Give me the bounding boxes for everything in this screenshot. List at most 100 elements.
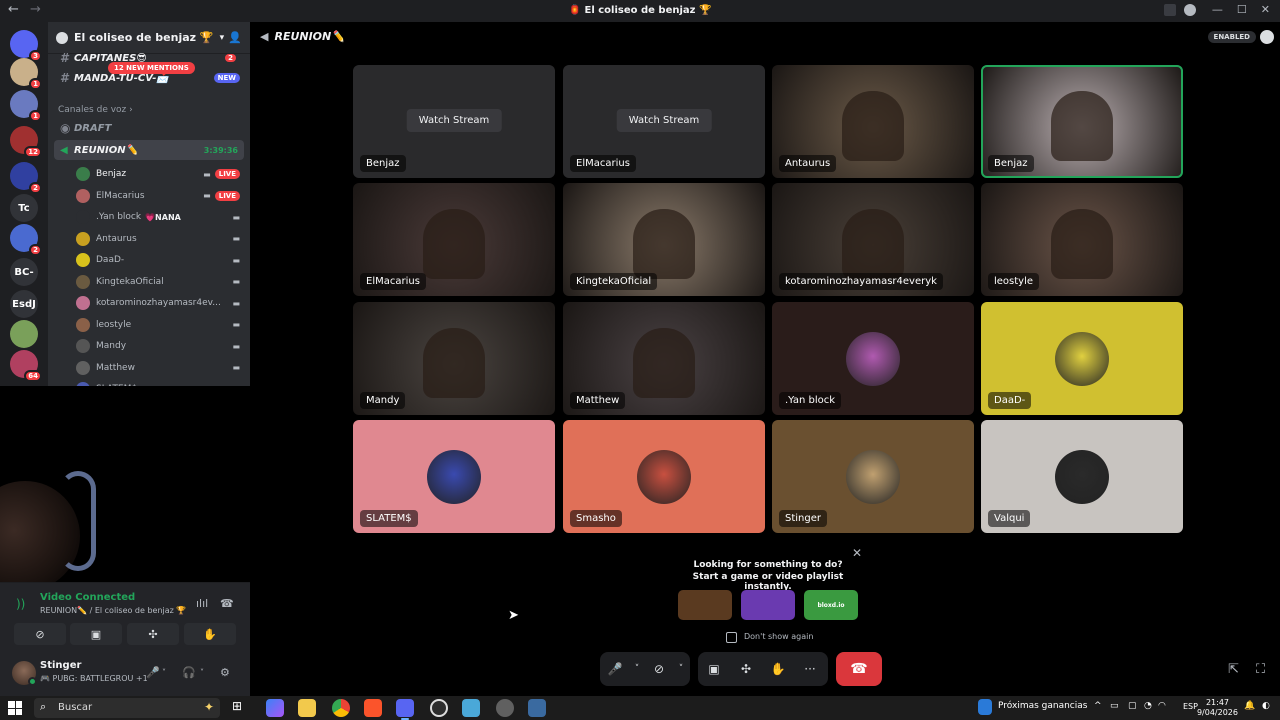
activities-button[interactable]: ✣	[127, 623, 179, 645]
dont-show-checkbox[interactable]	[726, 632, 737, 643]
voice-member[interactable]: Benjaz ▬ LIVE	[76, 164, 244, 184]
voice-channel-draft[interactable]: ◉ DRAFT	[54, 118, 244, 138]
windows-start-icon[interactable]	[8, 701, 22, 715]
participant-tile[interactable]: SLATEM$	[353, 420, 555, 533]
participant-tile[interactable]: Antaurus	[772, 65, 974, 178]
chat-bubble-icon[interactable]	[1260, 30, 1274, 44]
watch-stream-button[interactable]: Watch Stream	[616, 109, 712, 132]
participant-tile[interactable]: Matthew	[563, 302, 765, 415]
activities-button[interactable]: ✣	[730, 652, 762, 686]
voice-member[interactable]: .Yan block 💗NANA ▬	[76, 207, 244, 227]
voice-member[interactable]: ElMacarius ▬ LIVE	[76, 186, 244, 206]
system-clock[interactable]: 21:47 9/04/2026	[1197, 698, 1238, 718]
leave-call-button[interactable]: ☎	[836, 652, 882, 686]
share-screen-button[interactable]: ▣	[70, 623, 122, 645]
participant-tile[interactable]: Watch Stream Benjaz	[353, 65, 555, 178]
pop-out-icon[interactable]: ⇱	[1228, 662, 1239, 677]
activity-thumbnail-bloxd[interactable]: bloxd.io	[804, 590, 858, 620]
enabled-badge[interactable]: ENABLED	[1207, 31, 1256, 43]
server-icon[interactable]: 3	[10, 30, 42, 62]
obs-icon[interactable]	[430, 699, 448, 717]
participant-tile[interactable]: Mandy	[353, 302, 555, 415]
server-icon[interactable]: EsdJ	[10, 290, 38, 318]
server-icon[interactable]: BC-	[10, 258, 38, 286]
inbox-icon[interactable]	[1164, 4, 1176, 16]
server-icon[interactable]: Tc	[10, 194, 38, 222]
server-icon[interactable]: 1	[10, 58, 42, 90]
server-icon[interactable]: 64	[10, 350, 42, 382]
task-view-icon[interactable]: ⊞	[232, 699, 250, 717]
server-icon[interactable]	[10, 320, 38, 348]
connection-status[interactable]: Video Connected	[40, 592, 135, 603]
voice-member[interactable]: SLATEM$▬	[76, 379, 244, 386]
maximize-icon[interactable]: ☐	[1237, 3, 1247, 16]
headphones-icon[interactable]: 🎧	[182, 666, 196, 679]
participant-tile[interactable]: kotarominozhayamasr4everyk	[772, 183, 974, 296]
voice-category[interactable]: Canales de voz ›	[58, 105, 133, 115]
widget-icon[interactable]: ◐	[1262, 701, 1270, 711]
voice-member[interactable]: Mandy ▬	[76, 336, 244, 356]
close-icon[interactable]: ✕	[852, 546, 862, 560]
activity-thumbnail-2[interactable]	[741, 590, 795, 620]
discord-taskbar-icon[interactable]	[396, 699, 414, 720]
chevron-up-icon[interactable]: ^	[1094, 701, 1102, 711]
add-user-icon[interactable]: 👤	[228, 31, 242, 44]
participant-tile[interactable]: Smasho	[563, 420, 765, 533]
chevron-down-icon[interactable]: ˅	[162, 668, 166, 677]
voice-member[interactable]: Antaurus ▬	[76, 229, 244, 249]
voice-member[interactable]: Matthew ▬	[76, 358, 244, 378]
steam-icon[interactable]	[496, 699, 514, 717]
server-icon[interactable]: 2	[10, 162, 42, 194]
more-options-button[interactable]: ···	[794, 652, 826, 686]
participant-tile[interactable]: Watch Stream ElMacarius	[563, 65, 765, 178]
disconnect-icon[interactable]: ☎	[220, 597, 234, 610]
server-icon[interactable]: 2	[10, 224, 42, 256]
update-icon[interactable]: ◔	[1144, 701, 1152, 711]
new-mentions-pill[interactable]: 12 NEW MENTIONS	[108, 62, 195, 74]
copilot-icon[interactable]	[266, 699, 284, 717]
notification-bell-icon[interactable]: 🔔	[1244, 701, 1255, 711]
wifi-icon[interactable]: ◠	[1158, 701, 1166, 711]
chevron-down-icon[interactable]: ˅	[200, 668, 204, 677]
participant-tile[interactable]: KingtekaOficial	[563, 183, 765, 296]
soundboard-button[interactable]: ✋	[762, 652, 794, 686]
display-icon[interactable]: ▢	[1128, 701, 1137, 711]
voice-member[interactable]: kotarominozhayamasr4ev... ▬	[76, 293, 244, 313]
camera-off-button[interactable]: ⊘	[14, 623, 66, 645]
file-explorer-icon[interactable]	[298, 699, 316, 717]
server-icon[interactable]: 12	[10, 126, 42, 158]
taskbar-search[interactable]: ⌕ Buscar ✦	[34, 698, 220, 718]
voice-member[interactable]: DaaD- ▬	[76, 250, 244, 270]
voice-member[interactable]: KingtekaOficial ▬	[76, 272, 244, 292]
participant-tile[interactable]: ElMacarius	[353, 183, 555, 296]
voice-channel-reunion[interactable]: ◀ REUNION✏️ 3:39:36	[54, 140, 244, 160]
calculator-icon[interactable]	[528, 699, 546, 717]
camera-button[interactable]: ⊘	[644, 652, 674, 686]
server-icon[interactable]: 1	[10, 90, 42, 122]
mic-options-chevron[interactable]: ˅	[630, 652, 644, 686]
help-icon[interactable]	[1184, 4, 1196, 16]
activity-thumbnail-1[interactable]	[678, 590, 732, 620]
chrome-icon[interactable]	[332, 699, 350, 717]
app-icon[interactable]	[462, 699, 480, 717]
participant-tile[interactable]: Benjaz	[981, 65, 1183, 178]
microphone-icon[interactable]: 🎤	[146, 666, 160, 679]
share-screen-button[interactable]: ▣	[698, 652, 730, 686]
soundwave-icon[interactable]: ılıl	[196, 597, 208, 610]
voice-member[interactable]: leostyle ▬	[76, 315, 244, 335]
mute-button[interactable]: 🎤	[600, 652, 630, 686]
participant-tile[interactable]: Valqui	[981, 420, 1183, 533]
participant-tile[interactable]: .Yan block	[772, 302, 974, 415]
minimize-icon[interactable]: —	[1212, 3, 1223, 16]
watch-stream-button[interactable]: Watch Stream	[406, 109, 502, 132]
participant-tile[interactable]: Stinger	[772, 420, 974, 533]
language-indicator[interactable]: ESP	[1183, 702, 1198, 711]
soundboard-button[interactable]: ✋	[184, 623, 236, 645]
participant-tile[interactable]: DaaD-	[981, 302, 1183, 415]
network-icon[interactable]: ▭	[1110, 701, 1119, 711]
news-widget-icon[interactable]	[978, 699, 992, 715]
brave-icon[interactable]	[364, 699, 382, 717]
news-widget-label[interactable]: Próximas ganancias	[998, 701, 1087, 711]
settings-gear-icon[interactable]: ⚙	[220, 666, 230, 679]
close-window-icon[interactable]: ✕	[1261, 3, 1270, 16]
